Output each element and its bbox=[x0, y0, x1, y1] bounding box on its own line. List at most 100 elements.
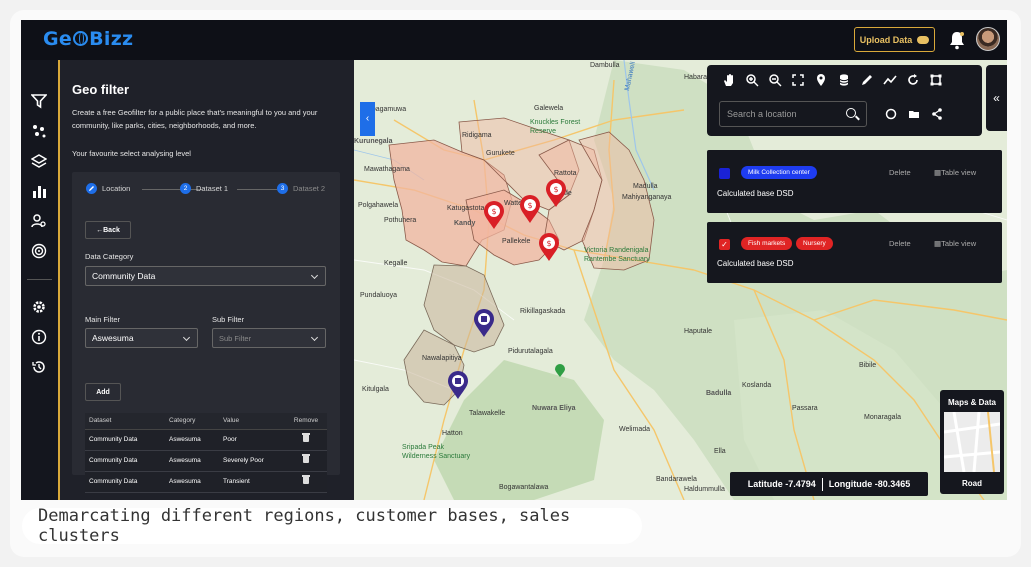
analysing-level-text: Your favourite select analysing level bbox=[72, 149, 191, 158]
fish-market-marker[interactable]: $ bbox=[537, 232, 561, 262]
latitude-readout: Latitude -7.4794 bbox=[747, 479, 816, 489]
remove-button[interactable] bbox=[285, 450, 327, 472]
search-icon[interactable] bbox=[846, 108, 856, 118]
filter-card: Location 2 Dataset 1 3 Dataset 2 ← Back … bbox=[72, 172, 340, 493]
layer-checkbox[interactable]: ✓ bbox=[719, 239, 730, 250]
database-icon[interactable] bbox=[837, 73, 851, 87]
collapse-panel-button[interactable]: ‹ bbox=[360, 102, 375, 136]
svg-text:$: $ bbox=[491, 207, 496, 216]
fish-market-marker[interactable]: $ bbox=[482, 200, 506, 230]
step-dataset-1[interactable]: 2 Dataset 1 bbox=[180, 183, 228, 194]
col-value: Value bbox=[219, 413, 285, 430]
col-remove: Remove bbox=[285, 413, 327, 430]
globe-icon bbox=[73, 31, 89, 46]
nursery-marker[interactable] bbox=[446, 370, 470, 400]
table-view-button[interactable]: ▦Table view bbox=[934, 239, 976, 248]
pencil-icon[interactable] bbox=[860, 73, 874, 87]
maps-data-switcher[interactable]: Maps & Data Road bbox=[940, 390, 1004, 494]
sub-filter-label: Sub Filter bbox=[212, 315, 245, 324]
layers-icon[interactable] bbox=[31, 153, 47, 169]
layer-card-milk: Milk Collection center Delete ▦Table vie… bbox=[707, 150, 1002, 213]
step-dataset-2[interactable]: 3 Dataset 2 bbox=[277, 183, 325, 194]
pencil-icon bbox=[86, 183, 97, 194]
fullscreen-icon[interactable] bbox=[791, 73, 805, 87]
layer-checkbox[interactable] bbox=[719, 168, 730, 179]
data-category-label: Data Category bbox=[85, 252, 134, 261]
share-icon[interactable] bbox=[930, 107, 944, 121]
settings-icon[interactable] bbox=[31, 299, 47, 315]
caption: Demarcating different regions, customer … bbox=[22, 506, 642, 546]
cloud-upload-icon bbox=[917, 35, 930, 44]
chevron-down-icon bbox=[310, 333, 319, 342]
table-view-button[interactable]: ▦Table view bbox=[934, 168, 976, 177]
location-search-input[interactable]: Search a location bbox=[719, 101, 867, 127]
delete-layer-button[interactable]: Delete bbox=[889, 239, 911, 248]
target-icon[interactable] bbox=[31, 243, 47, 259]
geo-filter-panel: Geo filter Create a free Geofilter for a… bbox=[60, 60, 354, 500]
zoom-in-icon[interactable] bbox=[745, 73, 759, 87]
bar-chart-icon[interactable] bbox=[31, 183, 47, 199]
delete-layer-button[interactable]: Delete bbox=[889, 168, 911, 177]
peak-marker[interactable] bbox=[554, 364, 566, 378]
svg-text:$: $ bbox=[553, 185, 558, 194]
table-row: Community Data Aswesuma Transient bbox=[85, 471, 327, 493]
trend-icon[interactable] bbox=[883, 73, 897, 87]
folder-icon[interactable] bbox=[907, 107, 921, 121]
data-category-select[interactable]: Community Data bbox=[85, 266, 326, 286]
layer-chip: Fish markets bbox=[741, 237, 793, 250]
panel-description: Create a free Geofilter for a public pla… bbox=[72, 108, 318, 130]
sub-filter-select[interactable]: Sub Filter bbox=[212, 328, 326, 348]
app-logo[interactable]: Ge Bizz bbox=[43, 28, 133, 50]
map-thumbnail[interactable] bbox=[944, 412, 1000, 472]
filter-icon[interactable] bbox=[31, 93, 47, 109]
col-category: Category bbox=[165, 413, 219, 430]
remove-button[interactable] bbox=[285, 471, 327, 493]
pin-icon[interactable] bbox=[814, 73, 828, 87]
trash-icon bbox=[302, 475, 310, 484]
top-bar: Ge Bizz Upload Data bbox=[21, 20, 1007, 60]
layer-description: Calculated base DSD bbox=[717, 259, 794, 268]
cluster-icon[interactable] bbox=[31, 123, 47, 139]
search-user-icon[interactable] bbox=[31, 213, 47, 229]
trash-icon bbox=[302, 454, 310, 463]
remove-button[interactable] bbox=[285, 429, 327, 451]
left-icon-rail bbox=[21, 60, 58, 500]
refresh-icon[interactable] bbox=[906, 73, 920, 87]
nursery-marker[interactable] bbox=[472, 308, 496, 338]
history-icon[interactable] bbox=[31, 359, 47, 375]
longitude-readout: Longitude -80.3465 bbox=[828, 479, 911, 489]
step-connector bbox=[237, 189, 277, 190]
main-filter-select[interactable]: Aswesuma bbox=[85, 328, 198, 348]
svg-text:$: $ bbox=[546, 239, 551, 248]
main-filter-label: Main Filter bbox=[85, 315, 121, 324]
zoom-out-icon[interactable] bbox=[768, 73, 782, 87]
circle-icon[interactable] bbox=[884, 107, 898, 121]
crop-icon[interactable] bbox=[929, 73, 943, 87]
hand-icon[interactable] bbox=[722, 73, 736, 87]
expand-right-panel-button[interactable]: « bbox=[986, 65, 1007, 131]
chevron-down-icon bbox=[310, 271, 319, 280]
table-row: Community Data Aswesuma Poor bbox=[85, 429, 327, 451]
col-dataset: Dataset bbox=[85, 413, 165, 430]
step-location[interactable]: Location bbox=[86, 183, 130, 194]
svg-text:$: $ bbox=[527, 201, 532, 210]
stepper: Location 2 Dataset 1 3 Dataset 2 bbox=[72, 172, 340, 208]
add-button[interactable]: Add bbox=[85, 383, 121, 401]
rail-divider bbox=[27, 279, 52, 280]
layer-chip: Milk Collection center bbox=[741, 166, 817, 179]
panel-title: Geo filter bbox=[72, 82, 130, 97]
back-button[interactable]: ← Back bbox=[85, 221, 131, 239]
upload-data-button[interactable]: Upload Data bbox=[854, 27, 935, 52]
coordinates-readout: Latitude -7.4794 Longitude -80.3465 bbox=[730, 472, 928, 496]
bell-icon[interactable] bbox=[949, 30, 965, 50]
map-toolbar: Search a location bbox=[707, 65, 982, 136]
layer-card-fish-nursery: ✓ Fish markets Nursery Delete ▦Table vie… bbox=[707, 222, 1002, 283]
maps-data-title: Maps & Data bbox=[947, 398, 996, 407]
trash-icon bbox=[302, 433, 310, 442]
user-avatar[interactable] bbox=[976, 27, 1000, 51]
layer-description: Calculated base DSD bbox=[717, 189, 794, 198]
fish-market-marker[interactable]: $ bbox=[518, 194, 542, 224]
table-row: Community Data Aswesuma Severely Poor bbox=[85, 450, 327, 472]
fish-market-marker[interactable]: $ bbox=[544, 178, 568, 208]
info-icon[interactable] bbox=[31, 329, 47, 345]
